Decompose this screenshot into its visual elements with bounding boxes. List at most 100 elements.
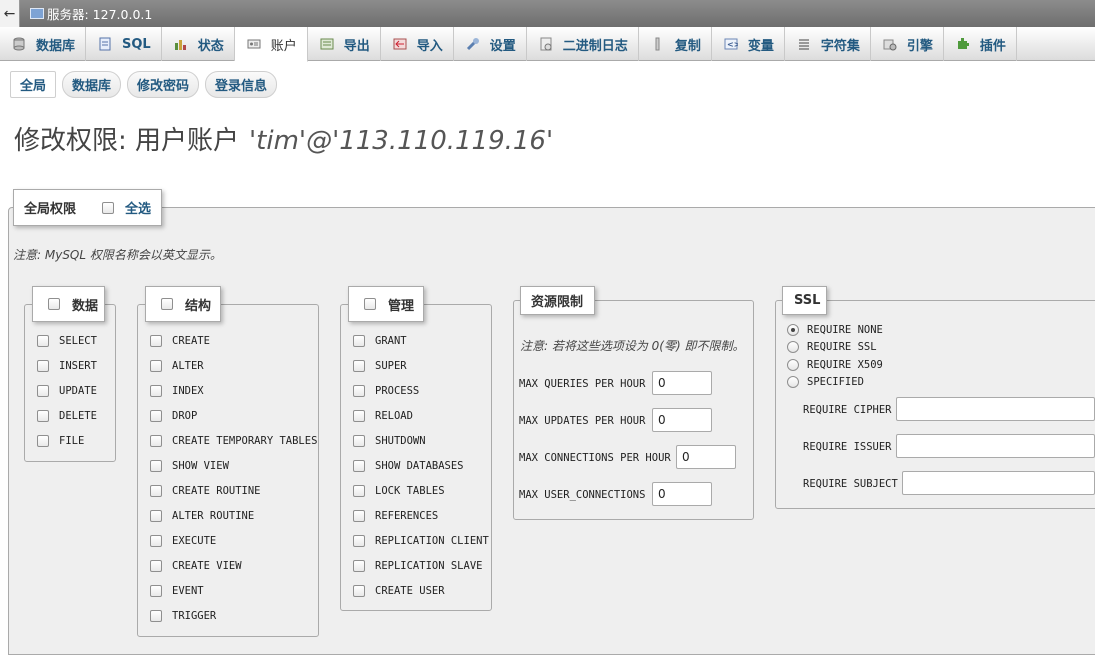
privilege-create-view[interactable]: CREATE VIEW — [150, 560, 242, 572]
admin-group-checkbox[interactable] — [364, 298, 376, 310]
tab-export[interactable]: 导出 — [308, 27, 381, 61]
ssl-option-require-ssl[interactable]: REQUIRE SSL — [787, 341, 877, 354]
privilege-create-routine[interactable]: CREATE ROUTINE — [150, 485, 261, 497]
privilege-index[interactable]: INDEX — [150, 385, 204, 397]
privilege-checkbox[interactable] — [353, 585, 365, 597]
back-button[interactable]: ← — [0, 0, 20, 27]
status-icon — [174, 37, 188, 51]
server-label[interactable]: 服务器: 127.0.0.1 — [47, 4, 152, 23]
ssl-option-specified[interactable]: SPECIFIED — [787, 375, 864, 388]
privilege-checkbox[interactable] — [150, 410, 162, 422]
tab-plugins[interactable]: 插件 — [944, 27, 1017, 61]
privilege-checkbox[interactable] — [353, 560, 365, 572]
privilege-checkbox[interactable] — [150, 360, 162, 372]
subtab-change-password[interactable]: 修改密码 — [127, 71, 200, 98]
resource-limit-input[interactable]: 0 — [652, 371, 712, 395]
resource-limit-input[interactable]: 0 — [676, 445, 736, 469]
resource-limit-input[interactable]: 0 — [652, 482, 712, 506]
ssl-option-require-none[interactable]: REQUIRE NONE — [787, 324, 883, 336]
subtab-login-info[interactable]: 登录信息 — [205, 71, 278, 98]
privilege-reload[interactable]: RELOAD — [353, 410, 413, 422]
privilege-create-temporary-tables[interactable]: CREATE TEMPORARY TABLES — [150, 435, 317, 447]
ssl-radio[interactable] — [787, 375, 799, 388]
privilege-label: LOCK TABLES — [375, 485, 445, 497]
privilege-checkbox[interactable] — [353, 360, 365, 372]
tab-engines[interactable]: 引擎 — [871, 27, 944, 61]
privilege-super[interactable]: SUPER — [353, 360, 407, 372]
ssl-radio[interactable] — [787, 358, 799, 371]
privilege-checkbox[interactable] — [353, 410, 365, 422]
privilege-file[interactable]: FILE — [37, 435, 84, 447]
select-all-checkbox[interactable] — [102, 201, 115, 214]
privilege-process[interactable]: PROCESS — [353, 385, 419, 397]
privilege-drop[interactable]: DROP — [150, 410, 197, 422]
privilege-checkbox[interactable] — [353, 485, 365, 497]
privilege-label: EXECUTE — [172, 535, 217, 547]
tab-charsets[interactable]: 字符集 — [785, 27, 871, 61]
privilege-checkbox[interactable] — [353, 535, 365, 547]
select-all-label[interactable]: 全选 — [125, 198, 151, 217]
privilege-alter[interactable]: ALTER — [150, 360, 204, 372]
privilege-checkbox[interactable] — [37, 410, 49, 422]
resource-limit-input[interactable]: 0 — [652, 408, 712, 432]
privilege-delete[interactable]: DELETE — [37, 410, 97, 422]
ssl-radio[interactable] — [787, 341, 799, 354]
privilege-alter-routine[interactable]: ALTER ROUTINE — [150, 510, 254, 522]
privilege-references[interactable]: REFERENCES — [353, 510, 438, 522]
privilege-checkbox[interactable] — [37, 435, 49, 447]
privilege-checkbox[interactable] — [353, 460, 365, 472]
tab-sql[interactable]: SQL — [86, 27, 162, 61]
privilege-checkbox[interactable] — [150, 510, 162, 522]
data-group-checkbox[interactable] — [48, 298, 60, 310]
tab-import[interactable]: 导入 — [381, 27, 454, 61]
privilege-insert[interactable]: INSERT — [37, 360, 97, 372]
privilege-checkbox[interactable] — [150, 435, 162, 447]
privilege-checkbox[interactable] — [150, 585, 162, 597]
privilege-checkbox[interactable] — [150, 560, 162, 572]
tab-databases[interactable]: 数据库 — [0, 27, 87, 61]
subtab-global[interactable]: 全局 — [10, 71, 57, 98]
privilege-checkbox[interactable] — [37, 335, 49, 347]
privilege-create-user[interactable]: CREATE USER — [353, 585, 445, 597]
privilege-execute[interactable]: EXECUTE — [150, 535, 216, 547]
privilege-checkbox[interactable] — [150, 485, 162, 497]
ssl-option-require-x509[interactable]: REQUIRE X509 — [787, 358, 883, 371]
ssl-field-input[interactable] — [896, 397, 1095, 421]
privilege-shutdown[interactable]: SHUTDOWN — [353, 435, 426, 447]
tab-binlog[interactable]: 二进制日志 — [527, 27, 639, 61]
subtab-database[interactable]: 数据库 — [62, 71, 122, 98]
privilege-checkbox[interactable] — [353, 435, 365, 447]
structure-group-checkbox[interactable] — [161, 298, 173, 310]
privilege-show-databases[interactable]: SHOW DATABASES — [353, 460, 464, 472]
privilege-checkbox[interactable] — [150, 335, 162, 347]
privilege-checkbox[interactable] — [353, 385, 365, 397]
privilege-checkbox[interactable] — [353, 335, 365, 347]
privilege-select[interactable]: SELECT — [37, 335, 97, 347]
privilege-update[interactable]: UPDATE — [37, 385, 97, 397]
privilege-replication-slave[interactable]: REPLICATION SLAVE — [353, 560, 482, 572]
privilege-checkbox[interactable] — [150, 385, 162, 397]
privilege-checkbox[interactable] — [150, 610, 162, 622]
ssl-field-input[interactable] — [902, 471, 1095, 495]
privilege-checkbox[interactable] — [353, 510, 365, 522]
tab-settings[interactable]: 设置 — [454, 27, 527, 61]
privilege-event[interactable]: EVENT — [150, 585, 204, 597]
tab-status[interactable]: 状态 — [162, 27, 235, 61]
tab-variables[interactable]: <> 变量 — [712, 27, 785, 61]
privilege-show-view[interactable]: SHOW VIEW — [150, 460, 229, 472]
privilege-trigger[interactable]: TRIGGER — [150, 610, 216, 622]
ssl-field-input[interactable] — [896, 434, 1095, 458]
privilege-checkbox[interactable] — [150, 460, 162, 472]
ssl-radio[interactable] — [787, 324, 799, 336]
privilege-checkbox[interactable] — [37, 360, 49, 372]
tab-accounts[interactable]: 账户 — [234, 27, 308, 62]
privilege-replication-client[interactable]: REPLICATION CLIENT — [353, 535, 489, 547]
tab-replication[interactable]: 复制 — [639, 27, 712, 61]
privilege-lock-tables[interactable]: LOCK TABLES — [353, 485, 445, 497]
privilege-label: CREATE — [172, 335, 210, 347]
privilege-checkbox[interactable] — [150, 535, 162, 547]
privilege-grant[interactable]: GRANT — [353, 335, 407, 347]
privilege-create[interactable]: CREATE — [150, 335, 210, 347]
resource-limit-label: MAX USER_CONNECTIONS — [519, 489, 646, 501]
privilege-checkbox[interactable] — [37, 385, 49, 397]
